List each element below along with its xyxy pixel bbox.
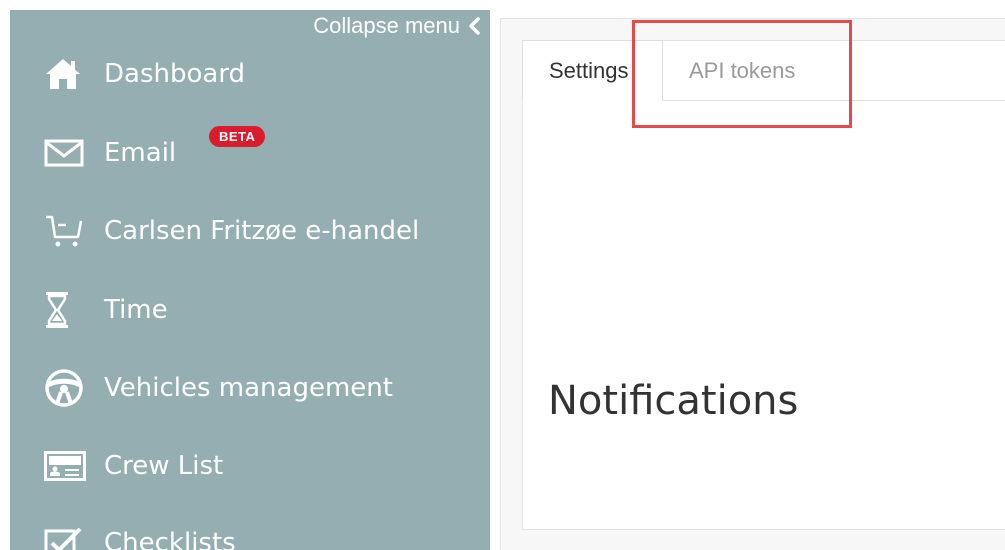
sidebar: Collapse menu Dashboard Email BETA Carls… [10,10,490,550]
highlight-box [632,20,852,128]
sidebar-item-label: Time [104,295,168,325]
hourglass-icon [44,290,90,330]
sidebar-item-email[interactable]: Email BETA [44,126,484,178]
checklist-icon [44,523,90,550]
collapse-menu-label: Collapse menu [313,13,460,38]
sidebar-item-vehicles-management[interactable]: Vehicles management [44,363,484,413]
sidebar-item-carlsen-fritzoe-e-handel[interactable]: Carlsen Fritzøe e-handel [44,206,484,256]
sidebar-item-label: Email [104,138,177,168]
chevron-left-icon [469,17,480,35]
home-icon [44,54,90,94]
id-card-icon [44,446,90,486]
sidebar-item-label: Vehicles management [104,373,393,403]
sidebar-item-checklists[interactable]: Checklists [44,518,484,550]
collapse-menu-button[interactable]: Collapse menu [260,10,490,42]
steering-wheel-icon [44,368,90,408]
sidebar-item-label: Carlsen Fritzøe e-handel [104,216,420,246]
notifications-heading: Notifications [548,378,799,424]
sidebar-item-label: Dashboard [104,59,246,89]
beta-badge: BETA [209,126,266,147]
sidebar-item-dashboard[interactable]: Dashboard [44,49,484,99]
tab-settings-label: Settings [549,57,629,83]
envelope-icon [44,133,90,173]
cart-icon [44,211,90,251]
sidebar-item-time[interactable]: Time [44,285,484,335]
sidebar-item-crew-list[interactable]: Crew List [44,441,484,491]
sidebar-item-label: Crew List [104,451,224,481]
sidebar-item-label: Checklists [104,528,236,550]
